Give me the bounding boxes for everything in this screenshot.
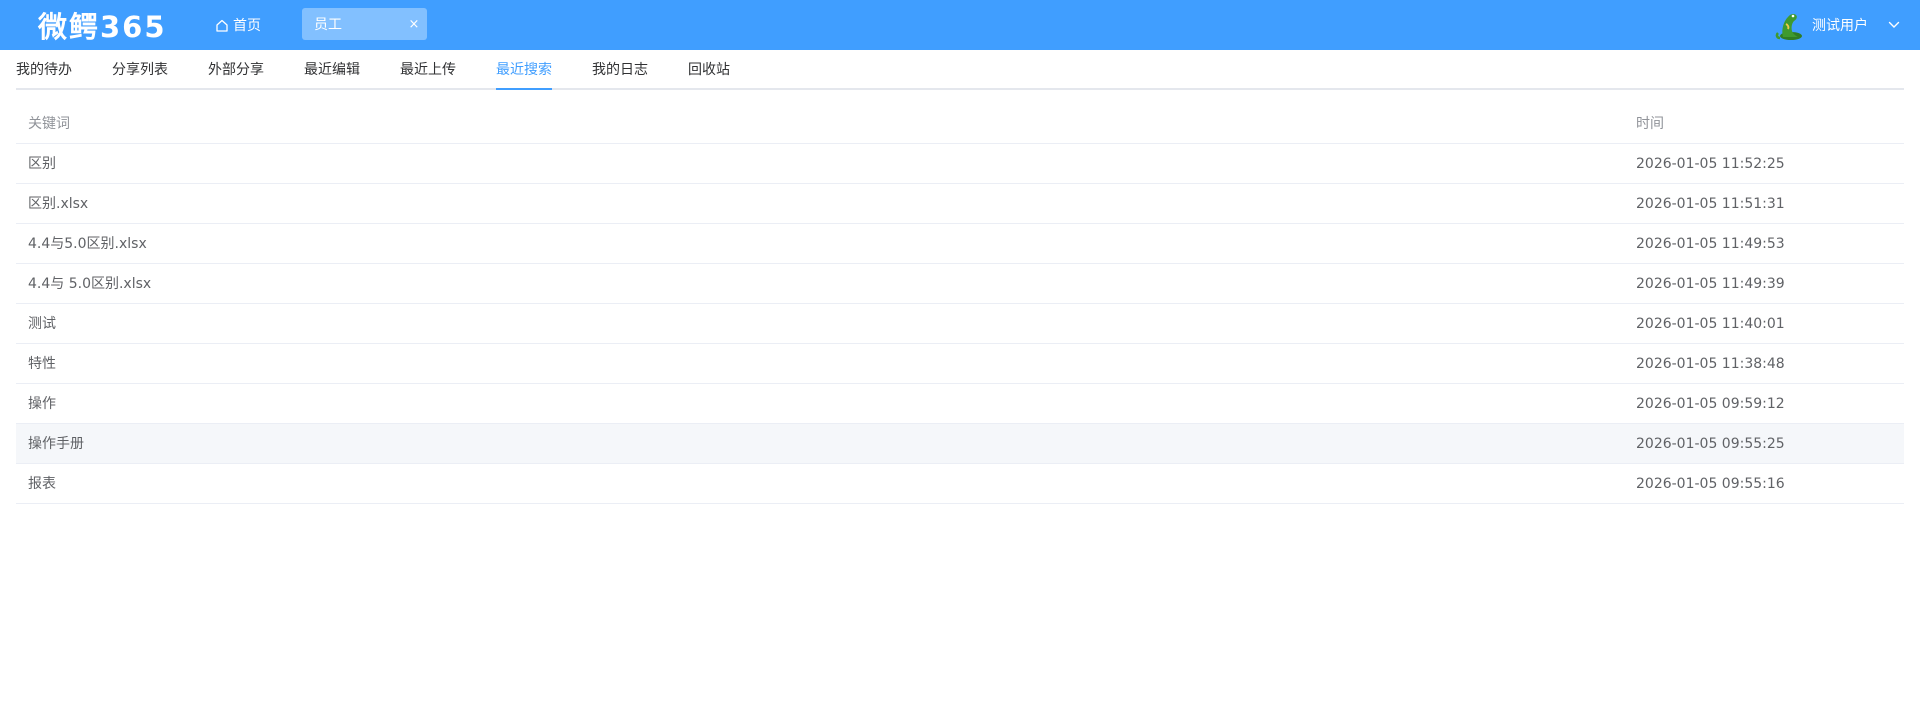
keyword-cell: 区别.xlsx <box>28 196 89 212</box>
table-row[interactable]: 区别.xlsx 2026-01-05 11:51:31 <box>16 184 1904 224</box>
app-logo[interactable]: 微鳄365 <box>38 6 167 44</box>
table-header-row: 关键词 时间 <box>16 104 1904 144</box>
open-tab-label: 员工 <box>314 17 342 33</box>
tab-share-list[interactable]: 分享列表 <box>112 50 168 90</box>
time-cell: 2026-01-05 11:49:53 <box>1636 236 1785 252</box>
user-name: 测试用户 <box>1812 18 1868 34</box>
home-nav-label: 首页 <box>233 18 261 34</box>
tab-recent-searches[interactable]: 最近搜索 <box>496 50 552 90</box>
tab-recycle-bin[interactable]: 回收站 <box>688 50 730 90</box>
time-cell: 2026-01-05 09:55:16 <box>1636 476 1785 492</box>
user-menu[interactable]: 测试用户 <box>1774 9 1900 41</box>
tab-my-logs[interactable]: 我的日志 <box>592 50 648 90</box>
tab-recent-uploads[interactable]: 最近上传 <box>400 50 456 90</box>
keyword-cell: 区别 <box>28 156 56 172</box>
tab-my-todo[interactable]: 我的待办 <box>16 50 72 90</box>
time-cell: 2026-01-05 11:38:48 <box>1636 356 1785 372</box>
table-row[interactable]: 4.4与 5.0区别.xlsx 2026-01-05 11:49:39 <box>16 264 1904 304</box>
active-tab-indicator <box>496 88 552 90</box>
column-header-time: 时间 <box>1636 116 1664 132</box>
keyword-cell: 操作手册 <box>28 436 84 452</box>
time-cell: 2026-01-05 11:51:31 <box>1636 196 1785 212</box>
keyword-cell: 4.4与 5.0区别.xlsx <box>28 276 152 292</box>
keyword-cell: 操作 <box>28 396 56 412</box>
time-cell: 2026-01-05 09:55:25 <box>1636 436 1785 452</box>
tab-external-share[interactable]: 外部分享 <box>208 50 264 90</box>
keyword-cell: 报表 <box>28 476 56 492</box>
column-header-keyword: 关键词 <box>28 116 70 132</box>
time-cell: 2026-01-05 11:52:25 <box>1636 156 1785 172</box>
table-row[interactable]: 操作 2026-01-05 09:59:12 <box>16 384 1904 424</box>
keyword-cell: 4.4与5.0区别.xlsx <box>28 236 147 252</box>
table-row[interactable]: 报表 2026-01-05 09:55:16 <box>16 464 1904 504</box>
open-tab-employee[interactable]: 员工 × <box>302 8 427 40</box>
table-row[interactable]: 特性 2026-01-05 11:38:48 <box>16 344 1904 384</box>
table-row[interactable]: 操作手册 2026-01-05 09:55:25 <box>16 424 1904 464</box>
time-cell: 2026-01-05 09:59:12 <box>1636 396 1785 412</box>
avatar <box>1774 9 1804 41</box>
close-icon[interactable]: × <box>407 17 421 32</box>
home-icon <box>216 19 228 32</box>
home-nav-link[interactable]: 首页 <box>216 13 261 37</box>
tab-recent-edits[interactable]: 最近编辑 <box>304 50 360 90</box>
time-cell: 2026-01-05 11:49:39 <box>1636 276 1785 292</box>
recent-search-table: 关键词 时间 区别 2026-01-05 11:52:25 区别.xlsx 20… <box>16 104 1904 504</box>
table-row[interactable]: 4.4与5.0区别.xlsx 2026-01-05 11:49:53 <box>16 224 1904 264</box>
table-row[interactable]: 测试 2026-01-05 11:40:01 <box>16 304 1904 344</box>
keyword-cell: 测试 <box>28 316 56 332</box>
keyword-cell: 特性 <box>28 356 56 372</box>
chevron-down-icon[interactable] <box>1888 17 1900 33</box>
time-cell: 2026-01-05 11:40:01 <box>1636 316 1785 332</box>
table-row[interactable]: 区别 2026-01-05 11:52:25 <box>16 144 1904 184</box>
sub-navigation-tabs: 我的待办 分享列表 外部分享 最近编辑 最近上传 最近搜索 我的日志 回收站 <box>16 50 1904 90</box>
top-header: 微鳄365 首页 员工 × 测试用户 <box>0 0 1920 50</box>
